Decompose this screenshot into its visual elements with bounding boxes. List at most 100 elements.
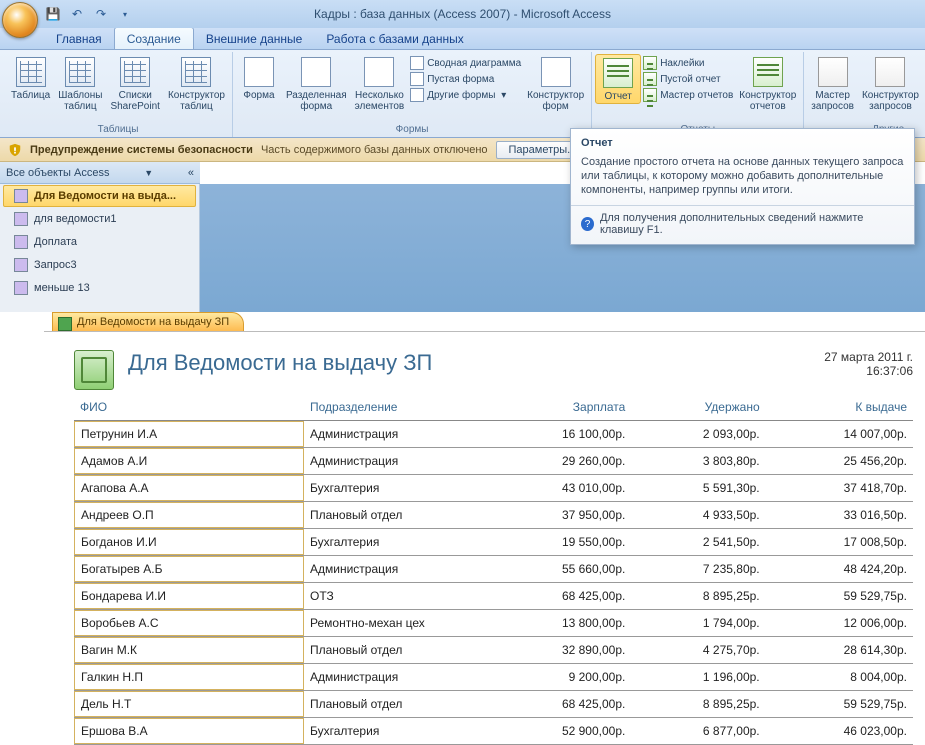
- cell-salary[interactable]: 37 950,00р.: [484, 502, 631, 529]
- collapse-icon[interactable]: «: [188, 167, 194, 179]
- cell-dept[interactable]: Администрация: [304, 664, 484, 691]
- cell-fio[interactable]: Вагин М.К: [74, 637, 304, 664]
- tab-home[interactable]: Главная: [44, 28, 114, 49]
- cell-dept[interactable]: Ремонтно-механ цех: [304, 610, 484, 637]
- cell-fio[interactable]: Богданов И.И: [74, 529, 304, 556]
- cell-held[interactable]: 1 196,00р.: [631, 664, 765, 691]
- tab-dbtools[interactable]: Работа с базами данных: [314, 28, 475, 49]
- btn-multi-items[interactable]: Несколько элементов: [351, 54, 409, 113]
- nav-item[interactable]: Доплата: [3, 231, 196, 253]
- cell-dept[interactable]: Плановый отдел: [304, 502, 484, 529]
- cell-fio[interactable]: Бондарева И.И: [74, 583, 304, 610]
- btn-report-design[interactable]: Конструктор отчетов: [735, 54, 800, 113]
- table-row[interactable]: Адамов А.ИАдминистрация29 260,00р.3 803,…: [74, 448, 913, 475]
- tab-create[interactable]: Создание: [114, 27, 194, 49]
- cell-pay[interactable]: 25 456,20р.: [766, 448, 913, 475]
- cell-dept[interactable]: Администрация: [304, 556, 484, 583]
- cell-held[interactable]: 7 235,80р.: [631, 556, 765, 583]
- btn-blank-form[interactable]: Пустая форма: [410, 72, 521, 86]
- cell-salary[interactable]: 43 010,00р.: [484, 475, 631, 502]
- table-row[interactable]: Петрунин И.ААдминистрация16 100,00р.2 09…: [74, 421, 913, 448]
- cell-pay[interactable]: 28 614,30р.: [766, 637, 913, 664]
- save-icon[interactable]: 💾: [44, 5, 62, 23]
- col-fio[interactable]: ФИО: [74, 396, 304, 421]
- cell-pay[interactable]: 17 008,50р.: [766, 529, 913, 556]
- cell-pay[interactable]: 59 529,75р.: [766, 691, 913, 718]
- col-salary[interactable]: Зарплата: [484, 396, 631, 421]
- cell-fio[interactable]: Ершова В.А: [74, 718, 304, 745]
- btn-query-wizard[interactable]: Мастер запросов: [807, 54, 858, 113]
- btn-table-design[interactable]: Конструктор таблиц: [164, 54, 229, 113]
- nav-pane-header[interactable]: Все объекты Access▼ «: [0, 162, 200, 184]
- qat-dropdown-icon[interactable]: ▾: [116, 5, 134, 23]
- cell-salary[interactable]: 32 890,00р.: [484, 637, 631, 664]
- undo-icon[interactable]: ↶: [68, 5, 86, 23]
- cell-salary[interactable]: 19 550,00р.: [484, 529, 631, 556]
- btn-table[interactable]: Таблица: [7, 54, 54, 102]
- table-row[interactable]: Ершова В.АБухгалтерия52 900,00р.6 877,00…: [74, 718, 913, 745]
- table-row[interactable]: Бондарева И.ИОТЗ68 425,00р.8 895,25р.59 …: [74, 583, 913, 610]
- nav-item[interactable]: Запрос3: [3, 254, 196, 276]
- cell-pay[interactable]: 33 016,50р.: [766, 502, 913, 529]
- btn-form[interactable]: Форма: [236, 54, 282, 102]
- col-pay[interactable]: К выдаче: [766, 396, 913, 421]
- cell-salary[interactable]: 13 800,00р.: [484, 610, 631, 637]
- cell-held[interactable]: 8 895,25р.: [631, 691, 765, 718]
- btn-form-design[interactable]: Конструктор форм: [523, 54, 588, 113]
- table-row[interactable]: Вагин М.КПлановый отдел32 890,00р.4 275,…: [74, 637, 913, 664]
- btn-report-wizard[interactable]: Мастер отчетов: [643, 88, 733, 102]
- tab-external[interactable]: Внешние данные: [194, 28, 315, 49]
- redo-icon[interactable]: ↷: [92, 5, 110, 23]
- table-row[interactable]: Богатырев А.БАдминистрация55 660,00р.7 2…: [74, 556, 913, 583]
- btn-labels[interactable]: Наклейки: [643, 56, 733, 70]
- btn-table-templates[interactable]: Шаблоны таблиц: [54, 54, 106, 113]
- cell-dept[interactable]: Плановый отдел: [304, 691, 484, 718]
- cell-pay[interactable]: 46 023,00р.: [766, 718, 913, 745]
- office-button[interactable]: [2, 2, 38, 38]
- col-dept[interactable]: Подразделение: [304, 396, 484, 421]
- cell-salary[interactable]: 55 660,00р.: [484, 556, 631, 583]
- cell-pay[interactable]: 48 424,20р.: [766, 556, 913, 583]
- btn-blank-report[interactable]: Пустой отчет: [643, 72, 733, 86]
- cell-dept[interactable]: Бухгалтерия: [304, 475, 484, 502]
- cell-held[interactable]: 2 093,00р.: [631, 421, 765, 448]
- table-row[interactable]: Галкин Н.ПАдминистрация9 200,00р.1 196,0…: [74, 664, 913, 691]
- cell-pay[interactable]: 12 006,00р.: [766, 610, 913, 637]
- btn-split-form[interactable]: Разделенная форма: [282, 54, 351, 113]
- cell-fio[interactable]: Дель Н.Т: [74, 691, 304, 718]
- btn-pivot-chart[interactable]: Сводная диаграмма: [410, 56, 521, 70]
- cell-held[interactable]: 4 933,50р.: [631, 502, 765, 529]
- cell-held[interactable]: 5 591,30р.: [631, 475, 765, 502]
- table-row[interactable]: Агапова А.АБухгалтерия43 010,00р.5 591,3…: [74, 475, 913, 502]
- btn-report[interactable]: Отчет: [595, 54, 641, 104]
- cell-pay[interactable]: 8 004,00р.: [766, 664, 913, 691]
- cell-salary[interactable]: 9 200,00р.: [484, 664, 631, 691]
- cell-salary[interactable]: 68 425,00р.: [484, 691, 631, 718]
- cell-salary[interactable]: 68 425,00р.: [484, 583, 631, 610]
- cell-held[interactable]: 3 803,80р.: [631, 448, 765, 475]
- cell-fio[interactable]: Галкин Н.П: [74, 664, 304, 691]
- cell-held[interactable]: 1 794,00р.: [631, 610, 765, 637]
- cell-held[interactable]: 6 877,00р.: [631, 718, 765, 745]
- cell-held[interactable]: 8 895,25р.: [631, 583, 765, 610]
- cell-salary[interactable]: 16 100,00р.: [484, 421, 631, 448]
- cell-pay[interactable]: 37 418,70р.: [766, 475, 913, 502]
- btn-sharepoint-lists[interactable]: Списки SharePoint: [106, 54, 163, 113]
- cell-fio[interactable]: Богатырев А.Б: [74, 556, 304, 583]
- cell-fio[interactable]: Воробьев А.С: [74, 610, 304, 637]
- cell-held[interactable]: 2 541,50р.: [631, 529, 765, 556]
- cell-held[interactable]: 4 275,70р.: [631, 637, 765, 664]
- cell-fio[interactable]: Андреев О.П: [74, 502, 304, 529]
- table-row[interactable]: Воробьев А.СРемонтно-механ цех13 800,00р…: [74, 610, 913, 637]
- cell-dept[interactable]: Администрация: [304, 448, 484, 475]
- cell-pay[interactable]: 14 007,00р.: [766, 421, 913, 448]
- cell-dept[interactable]: Бухгалтерия: [304, 529, 484, 556]
- table-row[interactable]: Богданов И.ИБухгалтерия19 550,00р.2 541,…: [74, 529, 913, 556]
- report-tab[interactable]: Для Ведомости на выдачу ЗП: [52, 312, 244, 331]
- cell-dept[interactable]: Бухгалтерия: [304, 718, 484, 745]
- btn-more-forms[interactable]: Другие формы ▾: [410, 88, 521, 102]
- cell-fio[interactable]: Адамов А.И: [74, 448, 304, 475]
- col-held[interactable]: Удержано: [631, 396, 765, 421]
- cell-pay[interactable]: 59 529,75р.: [766, 583, 913, 610]
- nav-item[interactable]: Для Ведомости на выда...: [3, 185, 196, 207]
